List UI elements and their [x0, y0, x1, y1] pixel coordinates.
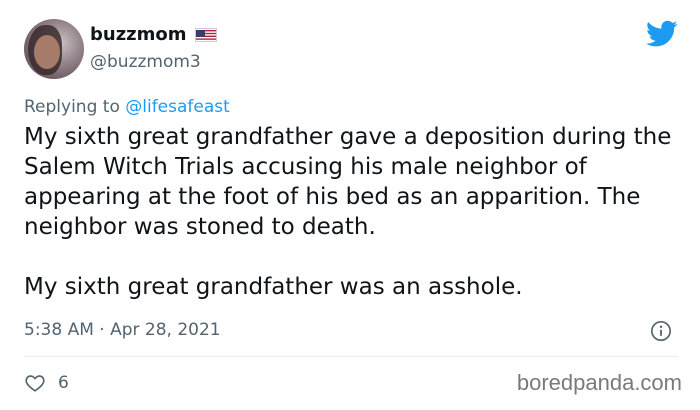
tweet-timestamp[interactable]: 5:38 AM · Apr 28, 2021	[24, 320, 221, 340]
author-name-row: buzzmom	[90, 24, 217, 45]
replying-prefix: Replying to	[24, 97, 126, 117]
twitter-bird-icon[interactable]	[646, 20, 678, 48]
heart-icon[interactable]	[24, 372, 46, 394]
tweet-paragraph: My sixth great grandfather was an asshol…	[24, 274, 523, 300]
tweet-paragraph: My sixth great grandfather gave a deposi…	[24, 124, 672, 240]
replying-to: Replying to @lifesafeast	[24, 97, 230, 117]
divider	[24, 356, 678, 357]
reply-mention-link[interactable]: @lifesafeast	[125, 97, 230, 117]
tweet-body: My sixth great grandfather gave a deposi…	[24, 122, 684, 302]
info-icon[interactable]	[650, 320, 672, 342]
like-count: 6	[58, 373, 69, 393]
watermark: boredpanda.com	[516, 370, 682, 395]
display-name[interactable]: buzzmom	[90, 24, 187, 45]
us-flag-icon	[194, 27, 217, 42]
avatar[interactable]	[24, 19, 84, 79]
like-action[interactable]: 6	[24, 372, 69, 394]
user-handle[interactable]: @buzzmom3	[90, 52, 201, 72]
